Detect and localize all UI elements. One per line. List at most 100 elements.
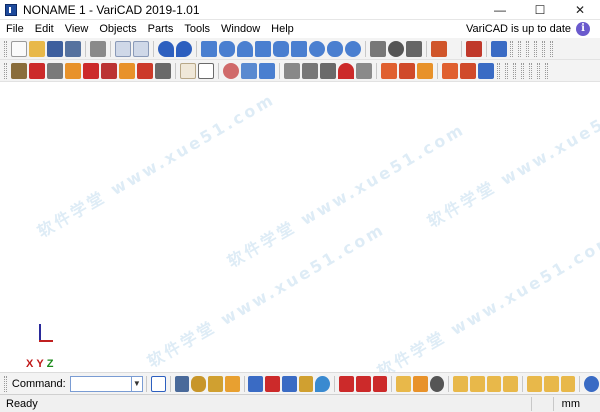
folder-2-icon[interactable] — [412, 375, 428, 392]
save-icon[interactable] — [47, 40, 63, 57]
folder-6-icon[interactable] — [503, 375, 519, 392]
cone-solid-icon[interactable] — [237, 40, 253, 57]
toolbar-grip[interactable] — [4, 40, 7, 57]
book-icon[interactable] — [180, 62, 196, 79]
spring-icon[interactable] — [370, 40, 386, 57]
info-icon[interactable]: i — [576, 22, 590, 36]
assembly-icon[interactable] — [460, 62, 476, 79]
folder-7-icon[interactable] — [527, 375, 542, 392]
sphere-solid-icon[interactable] — [345, 40, 361, 57]
menu-view[interactable]: View — [59, 20, 94, 38]
toolbar-grip[interactable] — [545, 62, 548, 79]
red-block-2-icon[interactable] — [355, 375, 371, 392]
toolbar-grip[interactable] — [4, 62, 7, 79]
bolt-part-icon[interactable] — [191, 375, 207, 392]
menu-edit[interactable]: Edit — [29, 20, 59, 38]
export-icon[interactable] — [431, 40, 447, 57]
chevron-down-icon[interactable]: ▼ — [131, 375, 143, 392]
link-icon[interactable] — [265, 375, 280, 392]
menu-file[interactable]: File — [0, 20, 29, 38]
toolbar-grip[interactable] — [513, 62, 516, 79]
toolbar-grip[interactable] — [534, 40, 537, 57]
cylinder-solid-icon[interactable] — [219, 40, 235, 57]
tree-icon[interactable] — [281, 375, 297, 392]
tree-folder-icon[interactable] — [298, 375, 314, 392]
toolbar-grip[interactable] — [505, 62, 508, 79]
fillet-icon[interactable] — [320, 62, 336, 79]
print-icon[interactable] — [90, 40, 106, 57]
folder-9-icon[interactable] — [560, 375, 576, 392]
close-button[interactable]: ✕ — [560, 0, 600, 20]
upload-icon[interactable] — [150, 375, 166, 392]
save-all-icon[interactable] — [65, 40, 81, 57]
chamfer-icon[interactable] — [338, 62, 354, 79]
open-folder-icon[interactable] — [29, 40, 45, 57]
menu-help[interactable]: Help — [265, 20, 299, 38]
delete-tool-icon[interactable] — [29, 62, 45, 79]
resize-grip[interactable] — [588, 397, 600, 411]
redo-icon[interactable] — [176, 40, 192, 57]
folder-5-icon[interactable] — [486, 375, 502, 392]
pipe-part-icon[interactable] — [208, 375, 223, 392]
cube-view-icon[interactable] — [198, 62, 214, 79]
pyramid-solid-icon[interactable] — [255, 40, 271, 57]
toolbar-grip[interactable] — [537, 62, 540, 79]
disc-icon[interactable] — [429, 375, 445, 392]
ellipsoid-solid-icon[interactable] — [327, 40, 343, 57]
rotate-settings-icon[interactable] — [388, 40, 404, 57]
attach-all-tool-icon[interactable] — [137, 62, 153, 79]
menu-objects[interactable]: Objects — [93, 20, 141, 38]
folder-3-icon[interactable] — [453, 375, 469, 392]
undo-icon[interactable] — [158, 40, 174, 57]
wireframe-icon[interactable] — [259, 62, 275, 79]
select-tool-icon[interactable] — [11, 62, 27, 79]
box-part-icon[interactable] — [174, 375, 190, 392]
toolbar-grip[interactable] — [526, 40, 529, 57]
new-file-icon[interactable] — [11, 40, 27, 57]
toolbar-grip[interactable] — [521, 62, 524, 79]
copy-icon[interactable] — [115, 40, 131, 57]
layer-icon[interactable] — [381, 62, 397, 79]
toolbar-grip[interactable] — [550, 40, 553, 57]
bom-icon[interactable] — [478, 62, 494, 79]
transform-tool-icon[interactable] — [155, 62, 171, 79]
folder-4-icon[interactable] — [470, 375, 485, 392]
menu-tools[interactable]: Tools — [178, 20, 215, 38]
export-dropdown-icon[interactable] — [449, 40, 457, 57]
insert-part-icon[interactable] — [442, 62, 458, 79]
text-a-icon[interactable] — [224, 375, 240, 392]
stack-icon[interactable] — [406, 40, 422, 57]
red-block-3-icon[interactable] — [372, 375, 388, 392]
shading-icon[interactable] — [223, 62, 239, 79]
table-icon[interactable] — [466, 40, 482, 57]
water-drop-icon[interactable] — [315, 375, 331, 392]
toolbar-grip[interactable] — [518, 40, 521, 57]
box-solid-icon[interactable] — [201, 40, 217, 57]
maximize-button[interactable]: ☐ — [520, 0, 560, 20]
command-input[interactable] — [69, 375, 132, 392]
menu-parts[interactable]: Parts — [142, 20, 179, 38]
red-block-1-icon[interactable] — [339, 375, 354, 392]
refresh-icon[interactable] — [584, 375, 599, 392]
plot-icon[interactable] — [491, 40, 507, 57]
torus-solid-icon[interactable] — [309, 40, 325, 57]
render-icon[interactable] — [241, 62, 257, 79]
group-icon[interactable] — [399, 62, 415, 79]
toolbar-grip[interactable] — [542, 40, 545, 57]
hatch-icon[interactable] — [284, 62, 300, 79]
toolbar-grip[interactable] — [497, 62, 500, 79]
folder-8-icon[interactable] — [543, 375, 559, 392]
folder-1-icon[interactable] — [396, 375, 411, 392]
ungroup-icon[interactable] — [417, 62, 433, 79]
section-icon[interactable] — [302, 62, 318, 79]
truncated-cone-icon[interactable] — [273, 40, 289, 57]
drawing-canvas[interactable]: 软件学堂 www.xue51.com 软件学堂 www.xue51.com 软件… — [0, 82, 600, 372]
paste-icon[interactable] — [133, 40, 149, 57]
toolbar-grip[interactable] — [4, 375, 7, 392]
toolbar-grip[interactable] — [529, 62, 532, 79]
rotate-tool-icon[interactable] — [65, 62, 81, 79]
pipe-solid-icon[interactable] — [291, 40, 307, 57]
shell-icon[interactable] — [356, 62, 372, 79]
copy-tool-icon[interactable] — [83, 62, 99, 79]
toolbar-grip[interactable] — [510, 40, 513, 57]
